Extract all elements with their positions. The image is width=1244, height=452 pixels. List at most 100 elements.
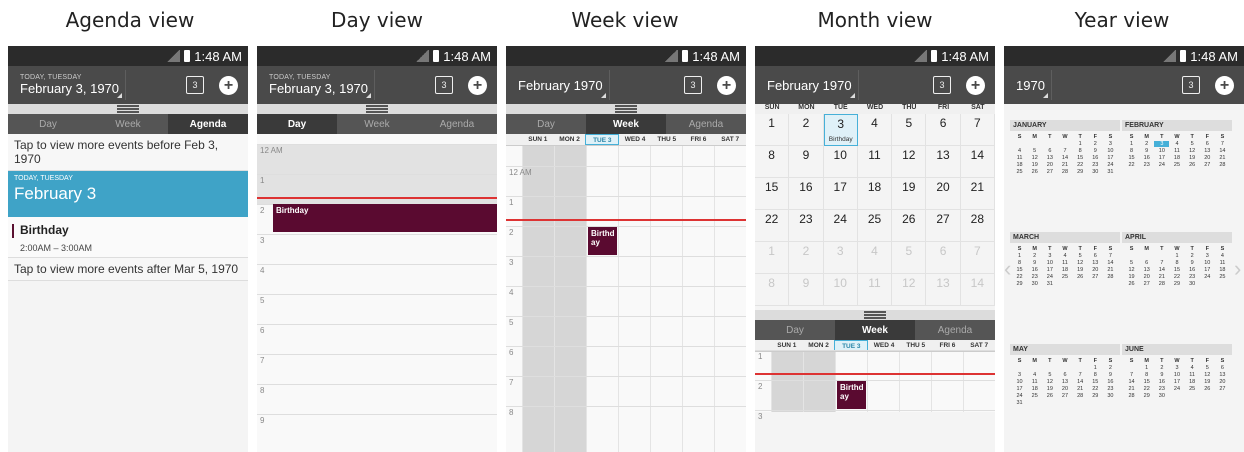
year-day[interactable]: 4 bbox=[1215, 253, 1230, 259]
month-day-cell[interactable]: 15 bbox=[755, 178, 790, 210]
year-day[interactable]: 7 bbox=[1215, 141, 1230, 147]
year-day[interactable]: 7 bbox=[1124, 372, 1139, 378]
year-day[interactable]: 18 bbox=[1185, 379, 1200, 385]
year-day[interactable]: 22 bbox=[1139, 386, 1154, 392]
year-day[interactable]: 27 bbox=[1139, 281, 1154, 287]
week-day-label[interactable]: MON 2 bbox=[554, 134, 586, 145]
year-day[interactable]: 18 bbox=[1057, 267, 1072, 273]
year-day[interactable]: 28 bbox=[1215, 162, 1230, 168]
month-day-cell[interactable]: 12 bbox=[892, 146, 927, 178]
year-day[interactable]: 9 bbox=[1027, 260, 1042, 266]
year-day[interactable]: 1 bbox=[1169, 253, 1184, 259]
tab-agenda[interactable]: Agenda bbox=[666, 114, 746, 134]
year-day[interactable]: 6 bbox=[1139, 260, 1154, 266]
month-day-cell[interactable]: 17 bbox=[823, 178, 858, 210]
year-day[interactable]: 20 bbox=[1088, 267, 1103, 273]
year-day[interactable]: 31 bbox=[1042, 281, 1057, 287]
year-day[interactable]: 17 bbox=[1200, 267, 1215, 273]
year-day[interactable]: 23 bbox=[1185, 274, 1200, 280]
year-day[interactable]: 1 bbox=[1073, 141, 1088, 147]
year-day[interactable]: 14 bbox=[1154, 267, 1169, 273]
month-day-cell[interactable]: 25 bbox=[857, 210, 893, 242]
year-day[interactable]: 29 bbox=[1139, 393, 1154, 399]
year-day[interactable]: 30 bbox=[1088, 169, 1103, 175]
year-day[interactable]: 6 bbox=[1215, 365, 1230, 371]
year-day[interactable]: 21 bbox=[1073, 386, 1088, 392]
year-day[interactable]: 22 bbox=[1169, 274, 1184, 280]
year-day[interactable]: 22 bbox=[1124, 162, 1139, 168]
date-selector[interactable]: TODAY, TUESDAY February 3, 1970 bbox=[14, 70, 127, 100]
year-day[interactable]: 7 bbox=[1103, 253, 1118, 259]
event-block[interactable]: Birthd ay bbox=[588, 227, 617, 255]
year-day[interactable]: 12 bbox=[1042, 379, 1057, 385]
month-day-cell[interactable]: 3 bbox=[823, 242, 858, 274]
year-day[interactable]: 8 bbox=[1088, 372, 1103, 378]
year-day[interactable]: 27 bbox=[1215, 386, 1230, 392]
month-day-cell[interactable]: 11 bbox=[857, 146, 893, 178]
year-day[interactable]: 17 bbox=[1042, 267, 1057, 273]
month-day-cell[interactable]: 28 bbox=[960, 210, 995, 242]
year-day[interactable]: 28 bbox=[1057, 169, 1072, 175]
year-day[interactable]: 14 bbox=[1124, 379, 1139, 385]
year-day[interactable]: 17 bbox=[1103, 155, 1118, 161]
month-day-cell[interactable]: 16 bbox=[789, 178, 824, 210]
year-day[interactable]: 21 bbox=[1154, 274, 1169, 280]
year-day[interactable]: 18 bbox=[1012, 162, 1027, 168]
drag-handle[interactable] bbox=[506, 104, 746, 114]
month-day-cell[interactable]: 8 bbox=[755, 146, 790, 178]
drag-handle[interactable] bbox=[755, 310, 995, 320]
add-event-icon[interactable]: + bbox=[717, 76, 736, 95]
year-day[interactable]: 31 bbox=[1103, 169, 1118, 175]
month-day-cell[interactable]: 5 bbox=[892, 242, 927, 274]
year-day[interactable]: 11 bbox=[1012, 155, 1027, 161]
year-day[interactable]: 13 bbox=[1088, 260, 1103, 266]
year-day[interactable]: 5 bbox=[1124, 260, 1139, 266]
year-day[interactable]: 3 bbox=[1169, 365, 1184, 371]
year-day[interactable]: 5 bbox=[1042, 372, 1057, 378]
month-day-cell[interactable]: 4 bbox=[857, 114, 893, 146]
year-day[interactable]: 11 bbox=[1057, 260, 1072, 266]
tab-day[interactable]: Day bbox=[8, 114, 88, 134]
year-day[interactable]: 22 bbox=[1073, 162, 1088, 168]
year-day[interactable]: 19 bbox=[1124, 274, 1139, 280]
date-selector[interactable]: 1970 bbox=[1010, 70, 1052, 100]
year-day[interactable]: 28 bbox=[1073, 393, 1088, 399]
month-day-cell[interactable]: 1 bbox=[755, 242, 790, 274]
year-day[interactable]: 23 bbox=[1103, 386, 1118, 392]
month-day-cell[interactable]: 20 bbox=[926, 178, 961, 210]
month-day-cell[interactable]: 1 bbox=[755, 114, 790, 146]
year-day[interactable]: 26 bbox=[1027, 169, 1042, 175]
year-day[interactable]: 12 bbox=[1027, 155, 1042, 161]
year-day[interactable]: 19 bbox=[1185, 155, 1200, 161]
year-day[interactable]: 19 bbox=[1042, 386, 1057, 392]
year-day[interactable]: 18 bbox=[1215, 267, 1230, 273]
year-day[interactable]: 24 bbox=[1042, 274, 1057, 280]
year-month-block[interactable]: APRIL S M T W T F S 1 2 3 4 5 6 7 8 9 10 11 12 13 14 15 16 17 18 1… bbox=[1122, 232, 1232, 290]
week-day-label[interactable]: SUN 1 bbox=[522, 134, 554, 145]
month-day-cell[interactable]: 23 bbox=[789, 210, 824, 242]
load-earlier-events[interactable]: Tap to view more events before Feb 3, 19… bbox=[8, 134, 248, 171]
year-day[interactable]: 6 bbox=[1200, 141, 1215, 147]
year-day[interactable]: 2 bbox=[1154, 365, 1169, 371]
year-month-block[interactable]: MAY S M T W T F S 1 2 3 4 5 6 7 8 9 10 11 12 13 14 15 16 17 18 19 2… bbox=[1010, 344, 1120, 409]
year-day[interactable]: 25 bbox=[1012, 169, 1027, 175]
year-day[interactable]: 14 bbox=[1103, 260, 1118, 266]
tab-week[interactable]: Week bbox=[88, 114, 168, 134]
event-block[interactable]: Birthd ay bbox=[837, 381, 866, 409]
year-day[interactable]: 27 bbox=[1057, 393, 1072, 399]
year-day[interactable]: 12 bbox=[1185, 148, 1200, 154]
today-calendar-icon[interactable]: 3 bbox=[684, 76, 702, 94]
year-day[interactable]: 25 bbox=[1057, 274, 1072, 280]
year-day[interactable]: 31 bbox=[1012, 400, 1027, 406]
year-day[interactable]: 24 bbox=[1200, 274, 1215, 280]
year-day[interactable]: 15 bbox=[1124, 155, 1139, 161]
year-day[interactable]: 28 bbox=[1124, 393, 1139, 399]
year-day[interactable]: 18 bbox=[1169, 155, 1184, 161]
year-day[interactable]: 4 bbox=[1027, 372, 1042, 378]
year-day[interactable]: 7 bbox=[1154, 260, 1169, 266]
tab-week[interactable]: Week bbox=[586, 114, 666, 134]
month-day-cell[interactable]: 7 bbox=[960, 242, 995, 274]
month-day-cell[interactable]: 21 bbox=[960, 178, 995, 210]
year-day[interactable]: 28 bbox=[1103, 274, 1118, 280]
year-day[interactable]: 16 bbox=[1027, 267, 1042, 273]
